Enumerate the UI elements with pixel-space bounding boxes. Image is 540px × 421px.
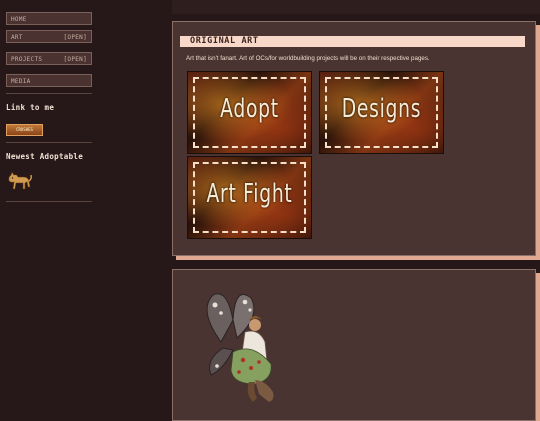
artwork-panel bbox=[172, 269, 536, 421]
top-banner-strip bbox=[172, 0, 540, 14]
nav-item-label: ART bbox=[11, 34, 23, 41]
link-button-88x31[interactable]: CRUSHES bbox=[6, 124, 43, 136]
nav-item-label: HOME bbox=[11, 16, 27, 23]
fairy-artwork-image bbox=[206, 293, 274, 402]
nav-item-projects[interactable]: PROJECTS [OPEN] bbox=[6, 52, 92, 65]
nav-item-art[interactable]: ART [OPEN] bbox=[6, 30, 92, 43]
original-art-panel: ORIGINAL ART Art that isn't fanart. Art … bbox=[172, 21, 536, 256]
page-title: ORIGINAL ART bbox=[180, 36, 525, 47]
adoptable-cat-image[interactable] bbox=[6, 169, 32, 191]
link-to-me-heading: Link to me bbox=[6, 103, 55, 112]
page-description: Art that isn't fanart. Art of OCs/for wo… bbox=[186, 55, 430, 62]
nav-item-open-tag: [OPEN] bbox=[63, 56, 87, 63]
nav-item-label: MEDIA bbox=[11, 78, 31, 85]
sidebar: HOME ART [OPEN] PROJECTS [OPEN] MEDIA Li… bbox=[6, 12, 92, 211]
nav-item-media[interactable]: MEDIA bbox=[6, 74, 92, 87]
tile-label: Art Fight bbox=[206, 179, 293, 209]
sidebar-divider bbox=[6, 201, 92, 202]
nav-item-home[interactable]: HOME bbox=[6, 12, 92, 25]
tile-label: Designs bbox=[341, 94, 422, 124]
designs-tile[interactable]: Designs bbox=[319, 71, 444, 154]
sidebar-divider bbox=[6, 93, 92, 94]
tile-label: Adopt bbox=[220, 94, 279, 124]
nav-item-open-tag: [OPEN] bbox=[63, 34, 87, 41]
newest-adoptable-heading: Newest Adoptable bbox=[6, 152, 84, 161]
adopt-tile[interactable]: Adopt bbox=[187, 71, 312, 154]
sidebar-divider bbox=[6, 142, 92, 143]
nav-item-label: PROJECTS bbox=[11, 56, 43, 63]
art-fight-tile[interactable]: Art Fight bbox=[187, 156, 312, 239]
